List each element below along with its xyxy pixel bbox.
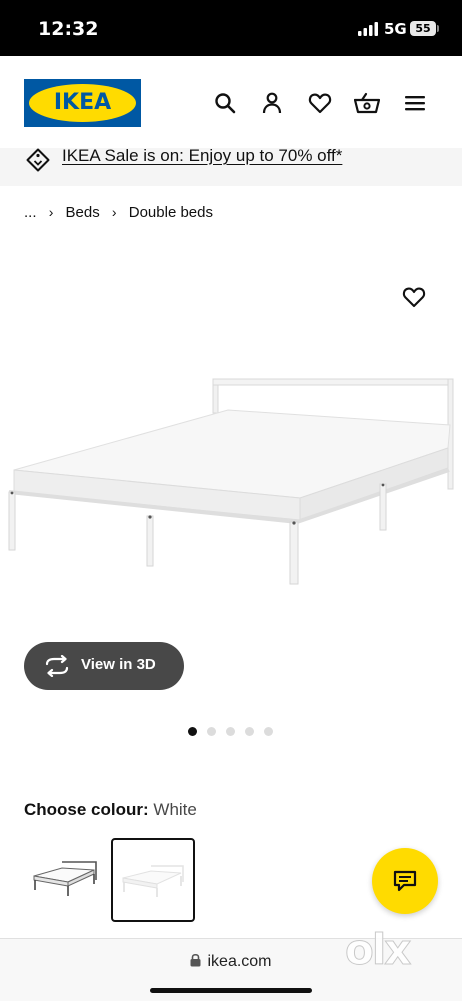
- colour-option-white-selected[interactable]: [111, 838, 195, 922]
- promo-banner[interactable]: IKEA Sale is on: Enjoy up to 70% off*: [0, 146, 462, 186]
- heart-icon: [402, 287, 426, 308]
- view-in-3d-button[interactable]: View in 3D: [24, 642, 184, 690]
- carousel-dot[interactable]: [226, 727, 235, 736]
- breadcrumb-ellipsis[interactable]: ...: [24, 204, 37, 221]
- colour-option-dark-grey[interactable]: [28, 858, 100, 898]
- heart-icon[interactable]: [308, 92, 332, 114]
- battery-icon: 55: [410, 21, 436, 36]
- home-indicator[interactable]: [150, 988, 312, 993]
- carousel-dot[interactable]: [264, 727, 273, 736]
- save-favourite-button[interactable]: [402, 286, 426, 310]
- price-tag-icon: [26, 148, 50, 177]
- ikea-logo[interactable]: IKEA: [24, 79, 141, 127]
- colour-value: White: [153, 800, 197, 819]
- battery-tip: [437, 25, 439, 32]
- carousel-dot[interactable]: [207, 727, 216, 736]
- chat-button[interactable]: [372, 848, 438, 914]
- breadcrumb: ... › Beds › Double beds: [24, 203, 213, 221]
- colour-selector-label: Choose colour: White: [24, 800, 197, 820]
- signal-icon: [358, 22, 380, 41]
- carousel-dot[interactable]: [245, 727, 254, 736]
- search-icon[interactable]: [214, 92, 236, 114]
- olx-watermark: olx: [344, 925, 411, 975]
- menu-icon[interactable]: [404, 92, 426, 114]
- account-icon[interactable]: [261, 92, 283, 114]
- rotate-3d-icon: [44, 654, 70, 682]
- product-image[interactable]: [0, 370, 462, 595]
- basket-icon[interactable]: [354, 92, 380, 114]
- lock-icon: [190, 953, 201, 972]
- breadcrumb-item-double-beds[interactable]: Double beds: [129, 204, 213, 221]
- chat-icon: [393, 870, 417, 892]
- status-bar: 12:32 5G 55: [0, 0, 462, 56]
- colour-label: Choose colour:: [24, 800, 149, 819]
- network-type: 5G: [384, 20, 407, 38]
- status-time: 12:32: [38, 18, 99, 40]
- site-header: IKEA: [0, 56, 462, 148]
- carousel-dot[interactable]: [188, 727, 197, 736]
- chevron-right-icon: ›: [111, 204, 117, 221]
- logo-text: IKEA: [53, 90, 112, 115]
- view-in-3d-label: View in 3D: [81, 656, 156, 673]
- breadcrumb-item-beds[interactable]: Beds: [66, 204, 100, 221]
- url-text: ikea.com: [207, 953, 272, 970]
- chevron-right-icon: ›: [48, 204, 54, 221]
- promo-link[interactable]: IKEA Sale is on: Enjoy up to 70% off*: [62, 146, 342, 166]
